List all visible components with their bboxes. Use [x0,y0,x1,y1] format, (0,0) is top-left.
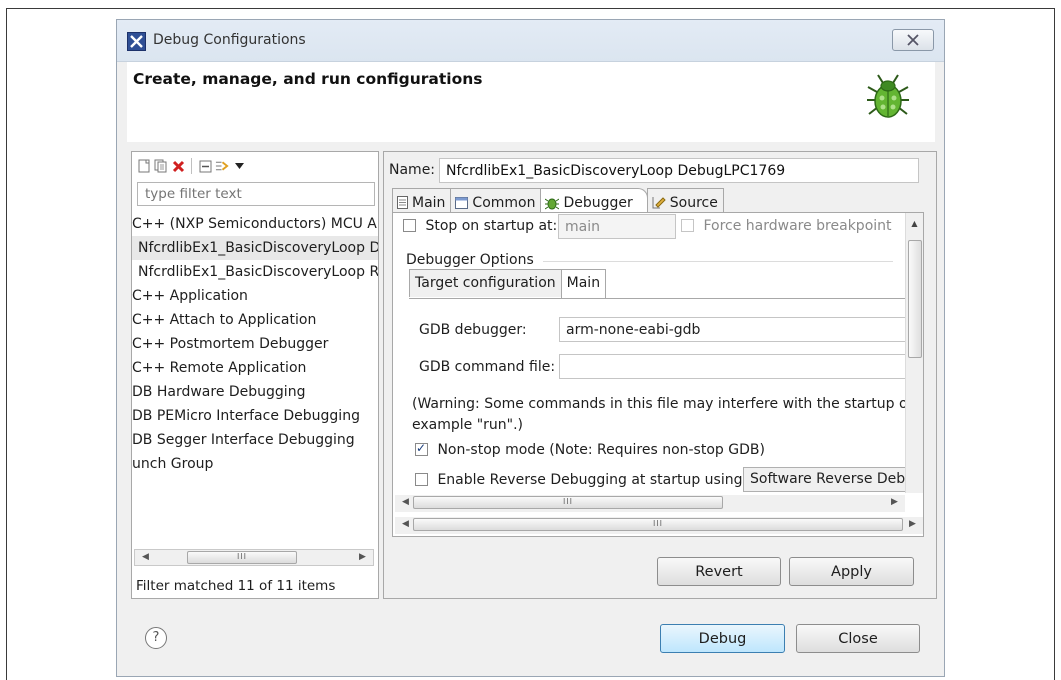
scroll-up-icon[interactable]: ▲ [906,219,923,228]
vertical-scroll-thumb[interactable] [908,240,922,358]
gdb-debugger-field[interactable] [559,317,911,342]
tab-debugger-label: Debugger [563,195,633,211]
stop-on-startup-label: Stop on startup at: [425,218,558,234]
configurations-toolbar [137,155,246,177]
warning-text-line1: (Warning: Some commands in this file may… [412,396,917,412]
name-field[interactable] [439,158,919,183]
configurations-panel: C++ (NXP Semiconductors) MCU A NfcrdlibE… [131,151,379,599]
reverse-debugging-row: Enable Reverse Debugging at startup usin… [415,472,747,488]
debugger-inner-tabs: Target configuration Main [409,269,607,299]
debug-bug-icon [867,74,909,118]
tab-source-label: Source [669,194,718,211]
dropdown-icon[interactable] [232,158,246,174]
tree-item-cpp-postmortem[interactable]: C++ Postmortem Debugger [132,332,378,356]
close-button[interactable]: Close [796,624,920,653]
warning-text-line2: example "run".) [412,417,524,433]
inner-scroll-thumb[interactable]: III [413,496,723,509]
reverse-debugging-checkbox[interactable] [415,473,428,486]
tree-item-gdb-hardware[interactable]: DB Hardware Debugging [132,380,378,404]
config-tabs: Main Common Debugger Source [392,188,724,214]
scroll-right-icon[interactable]: ▶ [904,517,921,532]
inner-main-content: GDB debugger: GDB command file: (Warning… [409,298,923,516]
new-config-icon[interactable] [137,158,151,174]
filter-status: Filter matched 11 of 11 items [136,578,336,594]
debugger-tab-icon [545,198,560,210]
debugger-options-label: Debugger Options [406,252,534,268]
tree-item-gdb-pemicro[interactable]: DB PEMicro Interface Debugging [132,404,378,428]
left-horizontal-scrollbar[interactable]: ◀ III ▶ [134,549,374,566]
outer-scroll-thumb[interactable]: III [413,518,903,531]
stop-on-startup-field[interactable] [558,214,676,239]
filter-icon[interactable] [215,158,229,174]
tab-source[interactable]: Source [646,188,724,213]
reverse-debugging-select-value: Software Reverse Debu [750,471,915,487]
section-divider [543,261,893,262]
tab-main-label: Main [412,194,446,211]
source-tab-icon [652,197,666,209]
gdb-debugger-label: GDB debugger: [419,322,527,338]
debug-configurations-window: Debug Configurations Create, manage, and… [116,19,945,677]
scroll-left-icon[interactable]: ◀ [137,550,154,565]
debugger-vertical-scrollbar[interactable]: ▲ [905,213,923,493]
non-stop-label: Non-stop mode (Note: Requires non-stop G… [437,442,765,458]
window-title: Debug Configurations [153,32,306,48]
common-tab-icon [455,196,469,209]
scroll-right-icon[interactable]: ▶ [354,550,371,565]
tree-item-cpp-application[interactable]: C++ Application [132,284,378,308]
force-hw-breakpoint-label: Force hardware breakpoint [703,218,892,234]
scroll-right-icon[interactable]: ▶ [886,495,903,510]
reverse-debugging-label: Enable Reverse Debugging at startup usin… [437,472,748,488]
revert-button[interactable]: Revert [657,557,781,586]
delete-icon[interactable] [171,158,185,174]
gdb-command-file-field[interactable] [559,354,911,379]
tab-main[interactable]: Main [392,188,452,213]
tab-target-configuration[interactable]: Target configuration [409,269,562,297]
close-window-button[interactable] [892,29,934,51]
stop-on-startup-checkbox[interactable] [403,219,416,232]
tab-common-label: Common [472,194,536,211]
tab-debugger[interactable]: Debugger [540,188,648,214]
tree-item-cpp-attach[interactable]: C++ Attach to Application [132,308,378,332]
close-icon [907,34,919,46]
tree-item-launch-group[interactable]: unch Group [132,452,378,476]
gdb-command-file-label: GDB command file: [419,359,556,375]
apply-button[interactable]: Apply [789,557,914,586]
non-stop-checkbox[interactable] [415,441,428,456]
tree-item-cpp-remote[interactable]: C++ Remote Application [132,356,378,380]
non-stop-row: Non-stop mode (Note: Requires non-stop G… [415,441,765,458]
help-icon[interactable]: ? [145,627,167,649]
main-tab-icon [397,196,408,209]
force-hw-breakpoint-row: Force hardware breakpoint [681,218,892,234]
debugger-tab-content: Stop on startup at: Force hardware break… [392,212,924,537]
tree-item-nxp-mcu[interactable]: C++ (NXP Semiconductors) MCU A [132,212,378,236]
tree-item-gdb-segger[interactable]: DB Segger Interface Debugging [132,428,378,452]
inner-horizontal-scrollbar[interactable]: ◀ III ▶ [395,495,905,512]
scroll-thumb[interactable]: III [187,551,297,564]
collapse-all-icon[interactable] [198,158,212,174]
scroll-left-icon[interactable]: ◀ [397,517,414,532]
duplicate-icon[interactable] [154,158,168,174]
dialog-header: Create, manage, and run configurations [127,62,935,142]
tree-item-discovery-release[interactable]: NfcrdlibEx1_BasicDiscoveryLoop R [132,260,378,284]
tab-common[interactable]: Common [450,188,542,213]
configuration-editor: Name: Main Common Debugger Source [383,151,937,599]
force-hw-breakpoint-checkbox[interactable] [681,219,694,232]
reverse-debugging-select[interactable]: Software Reverse Debu [743,467,923,492]
title-bar: Debug Configurations [117,20,944,62]
filter-input[interactable] [137,182,375,206]
outer-horizontal-scrollbar[interactable]: ◀ III ▶ [395,517,923,534]
scroll-left-icon[interactable]: ◀ [397,495,414,510]
name-label: Name: [389,162,436,178]
configuration-tree: C++ (NXP Semiconductors) MCU A NfcrdlibE… [132,212,378,476]
debug-button[interactable]: Debug [660,624,785,653]
tree-item-discovery-debug[interactable]: NfcrdlibEx1_BasicDiscoveryLoop D [132,236,378,260]
eclipse-app-icon [127,32,146,51]
tab-inner-main[interactable]: Main [560,269,607,299]
header-title: Create, manage, and run configurations [133,70,483,88]
stop-on-startup-row: Stop on startup at: [403,218,557,234]
